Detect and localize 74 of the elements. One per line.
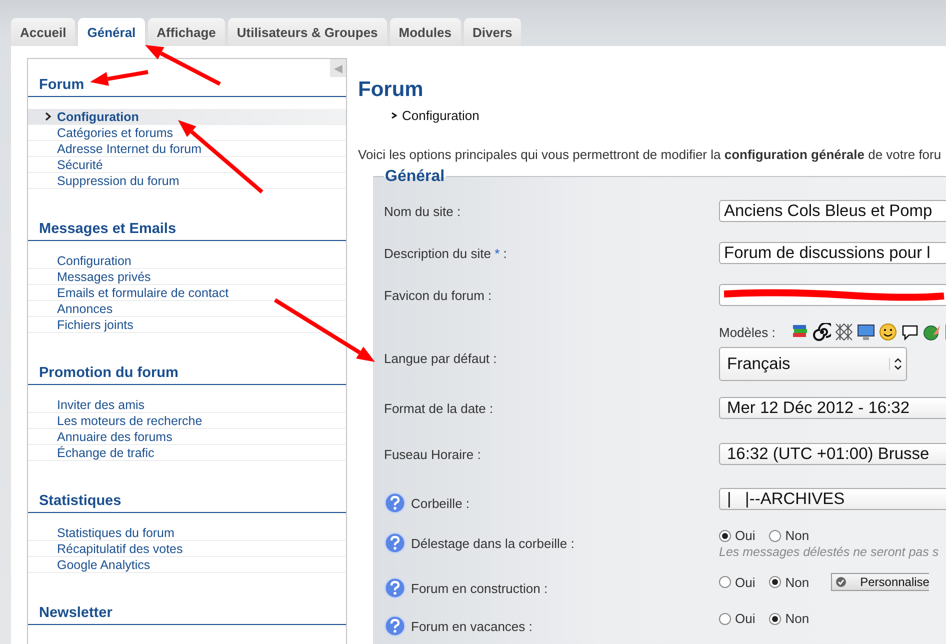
radio-label[interactable]: Non (785, 574, 810, 590)
select-field[interactable]: | |--ARCHIVES (719, 488, 946, 510)
sidebar-item[interactable]: Configuration (28, 253, 346, 269)
section-title: Messages et Emails (28, 221, 346, 241)
chevron-icon (45, 112, 52, 121)
radio-label[interactable]: Non (785, 611, 810, 626)
field-label: Favicon du forum : (384, 288, 492, 303)
spiral-icon[interactable] (813, 323, 832, 341)
bullet-icon (391, 112, 397, 119)
sidebar-item[interactable]: Statistiques du forum (28, 525, 346, 541)
sidebar-item[interactable]: Suppression du forum (28, 173, 346, 189)
select-field[interactable]: Mer 12 Déc 2012 - 16:32 (719, 397, 946, 419)
tab[interactable]: Utilisateurs & Groupes (228, 18, 387, 46)
monitor-icon[interactable] (857, 323, 876, 341)
field-label: Délestage dans la corbeille : (411, 536, 574, 550)
tab[interactable]: Divers (464, 18, 522, 46)
radio-button[interactable] (719, 530, 731, 542)
check-icon (836, 577, 846, 587)
help-icon[interactable] (384, 492, 406, 514)
sidebar-item[interactable]: Messages privés (28, 269, 346, 285)
sidebar-item[interactable]: Récapitulatif des votes (28, 541, 346, 557)
sidebar-item[interactable]: Les moteurs de recherche (28, 413, 346, 429)
sidebar-item[interactable]: Sécurité (28, 157, 346, 173)
help-icon[interactable] (384, 532, 406, 554)
sidebar-item[interactable]: Configuration (28, 109, 346, 125)
field-label: Modèles : (719, 324, 776, 340)
text-input[interactable]: Anciens Cols Bleus et Pomp (719, 200, 946, 222)
sidebar-item[interactable]: Emails et formulaire de contact (28, 285, 346, 301)
pattern-icon[interactable] (835, 323, 854, 341)
radio-button[interactable] (769, 530, 782, 542)
field-label: Fuseau Horaire : (384, 447, 481, 462)
radio-button[interactable] (719, 612, 731, 624)
hint-text: Les messages délestés ne seront pas s (719, 545, 940, 559)
smiley-icon[interactable] (879, 323, 898, 341)
sidebar-item[interactable]: Google Analytics (28, 557, 346, 573)
tab[interactable]: Modules (390, 18, 461, 46)
tab[interactable]: Général (78, 18, 145, 46)
speech-bubble-icon[interactable] (901, 323, 920, 341)
sidebar-item[interactable]: Annuaire des forums (28, 429, 346, 445)
field-label: Langue par défaut : (384, 351, 497, 366)
intro-text: Voici les options principales qui vous permettront de modifier la configuration générale de votre foru (358, 147, 942, 162)
radio-label[interactable]: Oui (735, 528, 756, 543)
sidebar-item[interactable]: Inviter des amis (28, 397, 346, 413)
field-label: Description du site * : (384, 246, 507, 261)
field-label: Forum en construction : (411, 580, 548, 596)
tab[interactable]: Accueil (11, 18, 76, 46)
tab[interactable]: Affichage (148, 18, 225, 46)
select-field[interactable]: 16:32 (UTC +01:00) Brusse (719, 443, 946, 465)
field-label: Nom du site : (384, 204, 461, 219)
section-title: Newsletter (28, 605, 346, 625)
field-label: Corbeille : (411, 496, 470, 510)
help-icon[interactable] (384, 615, 406, 637)
section-title: Statistiques (28, 493, 346, 513)
radio-button[interactable] (769, 612, 782, 624)
help-icon[interactable] (384, 577, 406, 599)
customize-button[interactable]: Personnalise (831, 573, 930, 591)
text-input[interactable] (719, 284, 946, 306)
radio-label[interactable]: Non (785, 528, 810, 543)
field-label: Forum en vacances : (411, 618, 532, 634)
text-input[interactable]: Forum de discussions pour l (719, 242, 946, 264)
field-label: Format de la date : (384, 401, 494, 416)
sidebar-item[interactable]: Adresse Internet du forum (28, 141, 346, 157)
section-title: Promotion du forum (28, 365, 346, 385)
sidebar-item[interactable]: Fichiers joints (28, 317, 346, 333)
radio-button[interactable] (769, 576, 782, 588)
language-select[interactable]: Français (719, 347, 907, 381)
sidebar-item[interactable]: Échange de trafic (28, 445, 346, 461)
radio-label[interactable]: Oui (735, 574, 756, 590)
globe-icon[interactable] (923, 323, 942, 341)
radio-label[interactable]: Oui (735, 611, 756, 626)
sidebar-item[interactable]: Annonces (28, 301, 346, 317)
radio-button[interactable] (719, 576, 731, 588)
breadcrumb-link[interactable]: Configuration (402, 108, 480, 123)
page-title: Forum (358, 78, 424, 102)
